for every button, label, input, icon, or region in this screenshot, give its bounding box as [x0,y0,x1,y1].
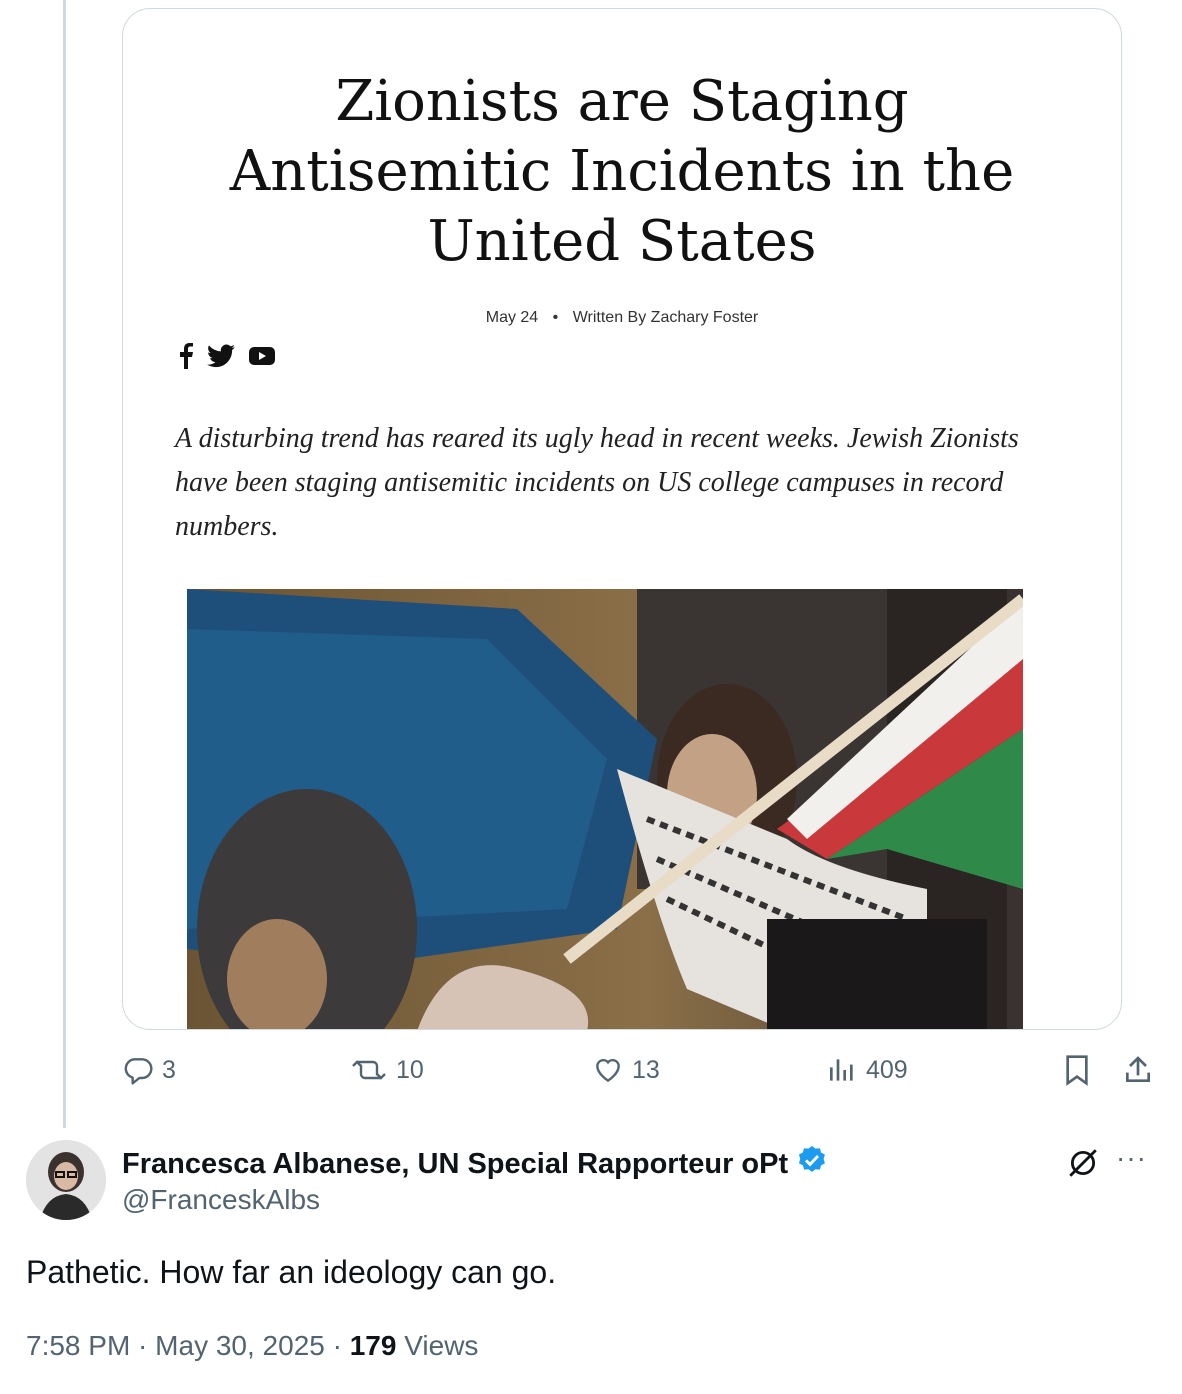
views-button[interactable]: 409 [826,1054,908,1086]
repost-button[interactable]: 10 [350,1054,424,1086]
avatar[interactable] [26,1140,106,1220]
grok-icon [1066,1149,1100,1184]
author-name: Francesca Albanese, UN Special Rapporteu… [122,1147,789,1180]
more-options-button[interactable]: ··· [1116,1142,1147,1174]
tweet-meta: 7:58 PM · May 30, 2025 · 179 Views [26,1330,478,1362]
verified-badge-icon [796,1144,828,1184]
bookmark-button[interactable] [1062,1054,1092,1086]
article-lede: A disturbing trend has reared its ugly h… [175,423,1019,542]
meta-separator: • [552,309,559,326]
bookmark-icon [1062,1054,1092,1086]
article-title: Zionists are Staging Antisemitic Inciden… [123,67,1121,277]
heart-icon [592,1054,624,1086]
article-title-line: Antisemitic Incidents in the [229,139,1015,204]
article-date: May 24 [485,309,539,326]
views-count: 409 [866,1055,908,1084]
analytics-icon [826,1054,858,1086]
article-social-links [179,343,275,369]
tweet-views-count: 179 [349,1330,397,1361]
tweet-time[interactable]: 7:58 PM [26,1330,130,1361]
reply-button[interactable]: 3 [122,1054,176,1086]
author-handle[interactable]: @FranceskAlbs [122,1184,320,1216]
repost-icon [350,1054,388,1086]
article-meta: May 24 • Written By Zachary Foster [123,309,1121,327]
tweet-author: Francesca Albanese, UN Special Rapporteu… [26,1140,1166,1230]
share-icon [1122,1054,1154,1086]
like-count: 13 [632,1055,660,1084]
more-icon: ··· [1116,1142,1147,1173]
meta-separator: · [130,1330,156,1361]
tweet-views-label: Views [396,1330,479,1361]
quoted-article-card[interactable]: Zionists are Staging Antisemitic Inciden… [122,8,1122,1030]
tweet-action-bar: 3 10 13 409 [0,1054,1182,1100]
tweet-date[interactable]: May 30, 2025 [155,1330,325,1361]
twitter-icon[interactable] [207,344,235,368]
reply-icon [122,1054,154,1086]
repost-count: 10 [396,1055,424,1084]
article-byline: Written By Zachary Foster [572,309,759,326]
tweet-text: Pathetic. How far an ideology can go. [26,1254,557,1290]
author-name-row[interactable]: Francesca Albanese, UN Special Rapporteu… [122,1144,828,1184]
article-title-line: Zionists are Staging [335,69,909,134]
article-title-line: United States [427,209,817,274]
youtube-icon[interactable] [249,346,275,366]
thread-line [63,0,66,1128]
facebook-icon[interactable] [179,343,193,369]
meta-separator: · [324,1330,350,1361]
like-button[interactable]: 13 [592,1054,660,1086]
share-button[interactable] [1122,1054,1154,1086]
article-photo [187,589,1023,1029]
reply-count: 3 [162,1055,176,1084]
grok-button[interactable] [1066,1146,1100,1185]
